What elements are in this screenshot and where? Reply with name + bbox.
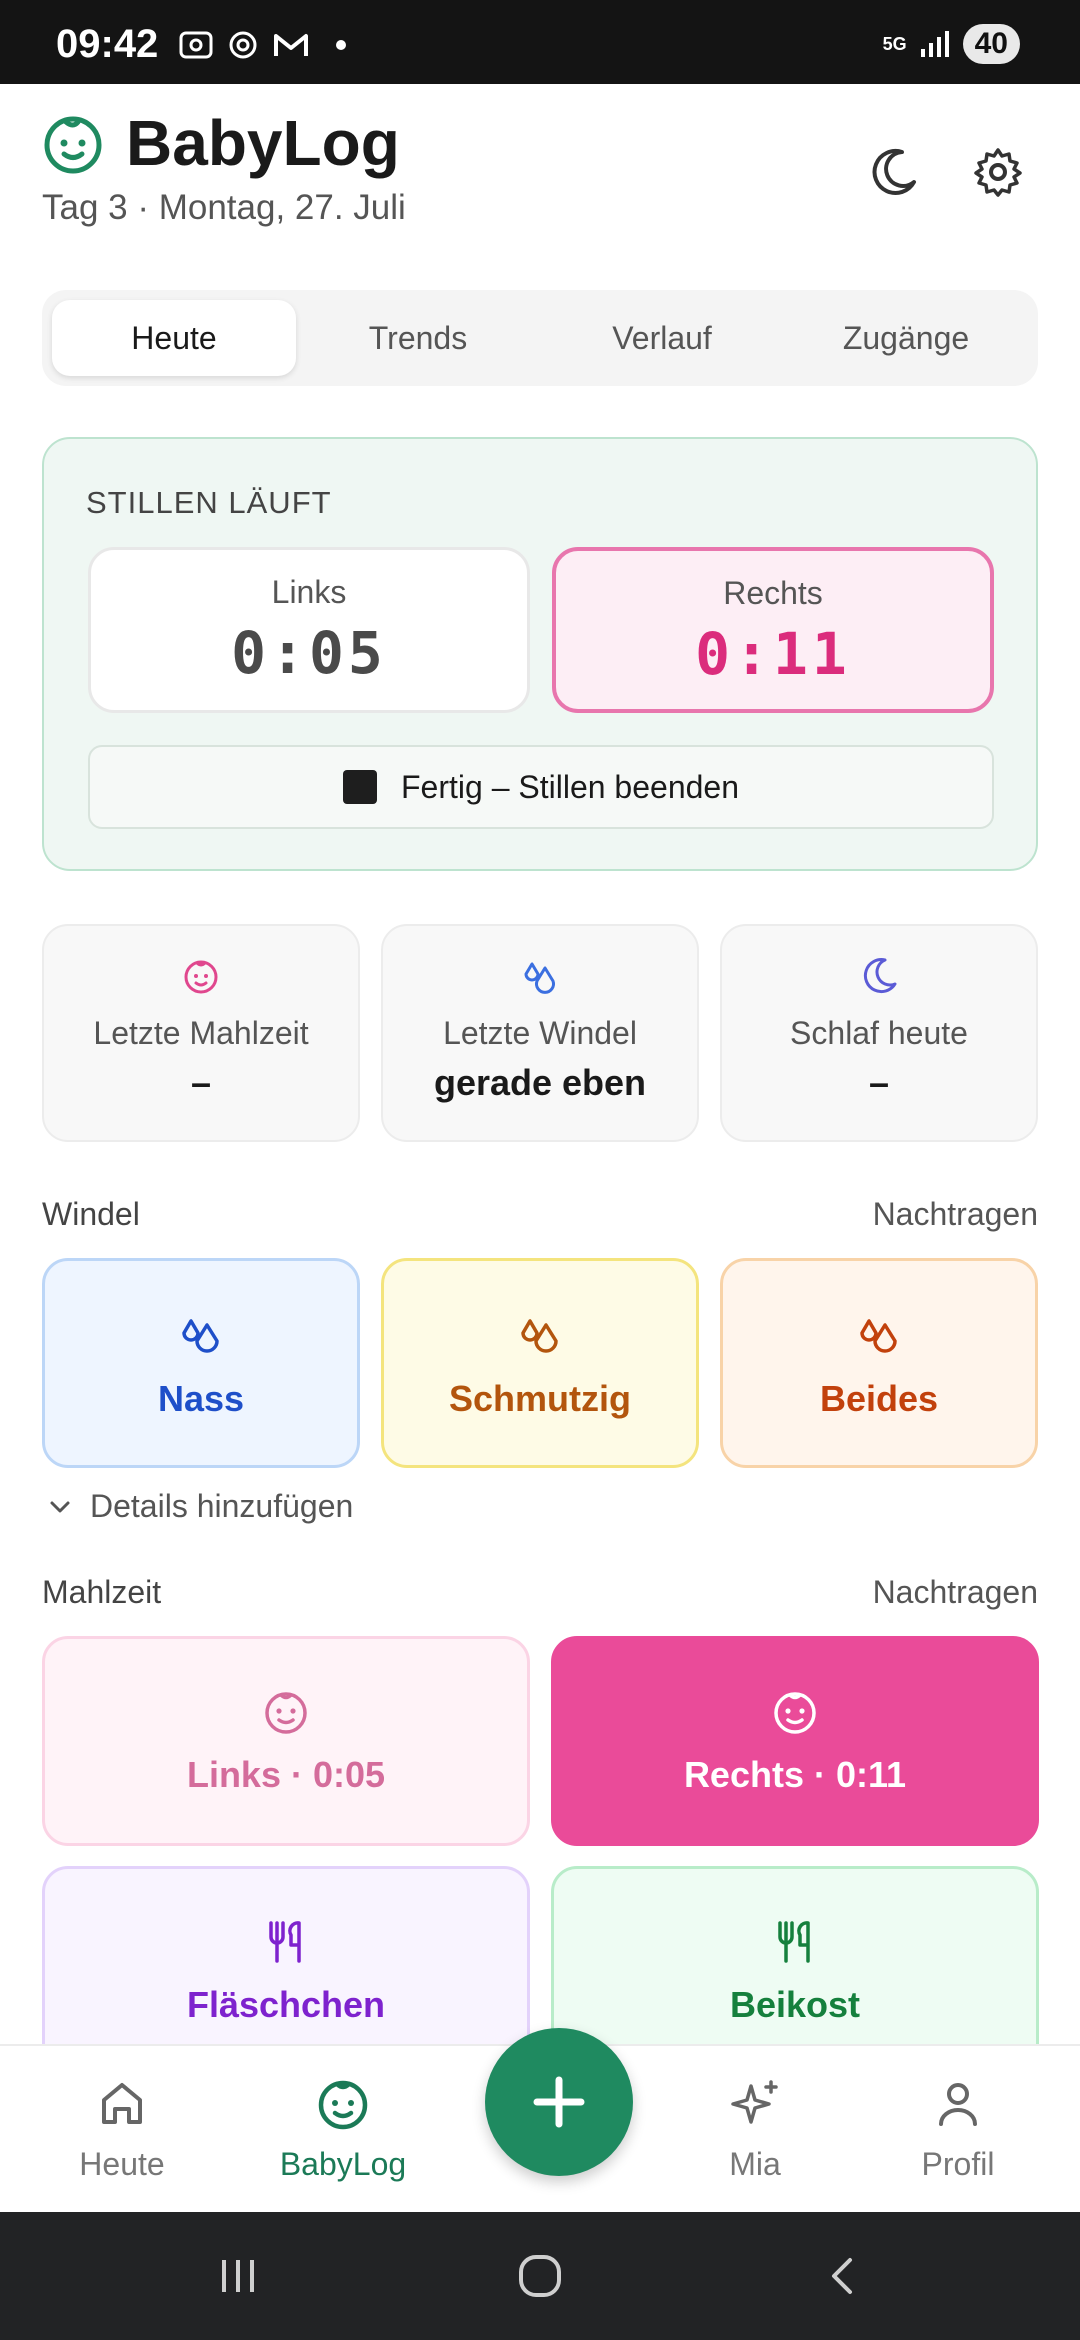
stat-label: Letzte Windel — [443, 1015, 637, 1051]
stat-label: Schlaf heute — [790, 1015, 968, 1051]
baby-face-icon — [44, 116, 102, 174]
app-subtitle: Tag 3 · Montag, 27. Juli — [42, 188, 406, 227]
tab-heute[interactable]: Heute — [52, 300, 296, 376]
settings-button[interactable] — [966, 140, 1030, 204]
home-system-button[interactable] — [510, 2248, 570, 2304]
person-icon — [939, 2083, 977, 2126]
meal-left-breast-button[interactable]: Links · 0:05 — [42, 1636, 530, 1846]
drops-icon — [182, 1319, 219, 1353]
right-side-timer[interactable]: Rechts 0:11 — [552, 547, 994, 713]
diaper-both-label: Beides — [819, 1378, 939, 1419]
diaper-dirty-button[interactable]: Schmutzig — [381, 1258, 699, 1468]
diaper-both-button[interactable]: Beides — [720, 1258, 1038, 1468]
dark-mode-button[interactable] — [862, 140, 926, 204]
plus-icon — [533, 2076, 585, 2128]
running-title: STILLEN LÄUFT — [86, 485, 332, 520]
gear-icon — [974, 148, 1022, 197]
moon-icon — [863, 958, 897, 994]
add-details-toggle[interactable]: Details hinzufügen — [46, 1488, 353, 1525]
meal-right-label: Rechts · 0:11 — [683, 1754, 907, 1795]
system-navigation-bar — [0, 2212, 1080, 2340]
baby-face-icon — [774, 1692, 816, 1734]
nav-heute-label: Heute — [79, 2146, 165, 2182]
stat-sleep-today: Schlaf heute – — [720, 924, 1038, 1142]
home-circle-icon — [519, 2255, 561, 2297]
finish-breastfeeding-button[interactable]: Fertig – Stillen beenden — [88, 745, 994, 829]
notification-icons — [178, 28, 346, 62]
meal-solids-label: Beikost — [729, 1984, 861, 2025]
baby-face-icon — [184, 960, 218, 994]
app-title: BabyLog — [126, 107, 400, 179]
stat-last-diaper: Letzte Windel gerade eben — [381, 924, 699, 1142]
diaper-backfill-link[interactable]: Nachtragen — [873, 1196, 1038, 1233]
nav-profil[interactable]: Profil — [868, 2076, 1048, 2183]
nav-heute[interactable]: Heute — [32, 2076, 212, 2183]
recent-apps-icon — [222, 2260, 254, 2292]
meal-bottle-label: Fläschchen — [186, 1984, 386, 2025]
breastfeeding-running-card: STILLEN LÄUFT Links 0:05 Rechts 0:11 Fer… — [42, 437, 1038, 871]
meal-backfill-link[interactable]: Nachtragen — [873, 1574, 1038, 1611]
baby-face-icon — [265, 1692, 307, 1734]
nav-profil-label: Profil — [921, 2146, 995, 2182]
stat-value: – — [190, 1062, 212, 1103]
drops-icon — [521, 1319, 558, 1353]
nav-mia-label: Mia — [729, 2146, 781, 2182]
baby-face-icon — [318, 2080, 368, 2130]
sparkle-icon — [731, 2080, 778, 2124]
back-button[interactable] — [812, 2248, 872, 2304]
meal-section-title: Mahlzeit — [42, 1574, 162, 1610]
left-side-timer[interactable]: Links 0:05 — [88, 547, 530, 713]
left-side-label: Links — [271, 574, 347, 610]
stat-value: – — [868, 1062, 890, 1103]
diaper-wet-label: Nass — [157, 1378, 245, 1419]
tab-bar: Heute Trends Verlauf Zugänge — [42, 290, 1038, 386]
back-icon — [832, 2258, 852, 2294]
status-bar: 09:42 5G 40 — [0, 0, 1080, 84]
signal-icon — [920, 31, 949, 57]
diaper-section-title: Windel — [42, 1196, 140, 1232]
tab-trends[interactable]: Trends — [296, 300, 540, 376]
gmail-icon — [274, 34, 308, 56]
moon-icon — [872, 149, 916, 195]
meal-left-label: Links · 0:05 — [186, 1754, 386, 1795]
tab-verlauf[interactable]: Verlauf — [540, 300, 784, 376]
diaper-dirty-label: Schmutzig — [448, 1378, 631, 1419]
add-details-label: Details hinzufügen — [90, 1488, 354, 1524]
nav-babylog-label: BabyLog — [279, 2146, 407, 2182]
right-side-time: 0:11 — [695, 620, 851, 688]
stat-value: gerade eben — [433, 1062, 647, 1103]
utensils-icon — [269, 1921, 301, 1963]
home-icon — [102, 2083, 142, 2124]
nav-mia[interactable]: Mia — [665, 2076, 845, 2183]
diaper-wet-button[interactable]: Nass — [42, 1258, 360, 1468]
status-time: 09:42 — [56, 22, 159, 66]
stat-label: Letzte Mahlzeit — [93, 1015, 309, 1051]
recent-apps-button[interactable] — [208, 2248, 268, 2304]
add-entry-fab[interactable] — [485, 2028, 633, 2176]
stop-icon — [343, 770, 377, 804]
utensils-icon — [778, 1921, 810, 1963]
network-type: 5G — [882, 34, 907, 54]
left-side-time: 0:05 — [231, 619, 387, 687]
stat-last-meal: Letzte Mahlzeit – — [42, 924, 360, 1142]
right-side-label: Rechts — [723, 575, 823, 611]
drops-icon — [860, 1319, 897, 1353]
more-notifications-dot — [336, 40, 346, 50]
tab-zugaenge[interactable]: Zugänge — [784, 300, 1028, 376]
screenshot-icon — [179, 31, 213, 59]
meal-right-breast-button[interactable]: Rechts · 0:11 — [551, 1636, 1039, 1846]
battery-level: 40 — [962, 24, 1020, 64]
chevron-down-icon — [50, 1501, 70, 1512]
finish-label: Fertig – Stillen beenden — [401, 768, 739, 805]
nav-babylog[interactable]: BabyLog — [253, 2076, 433, 2183]
drops-icon — [524, 962, 555, 994]
app-header: BabyLog Tag 3 · Montag, 27. Juli — [42, 104, 1038, 244]
openai-icon — [229, 31, 257, 59]
